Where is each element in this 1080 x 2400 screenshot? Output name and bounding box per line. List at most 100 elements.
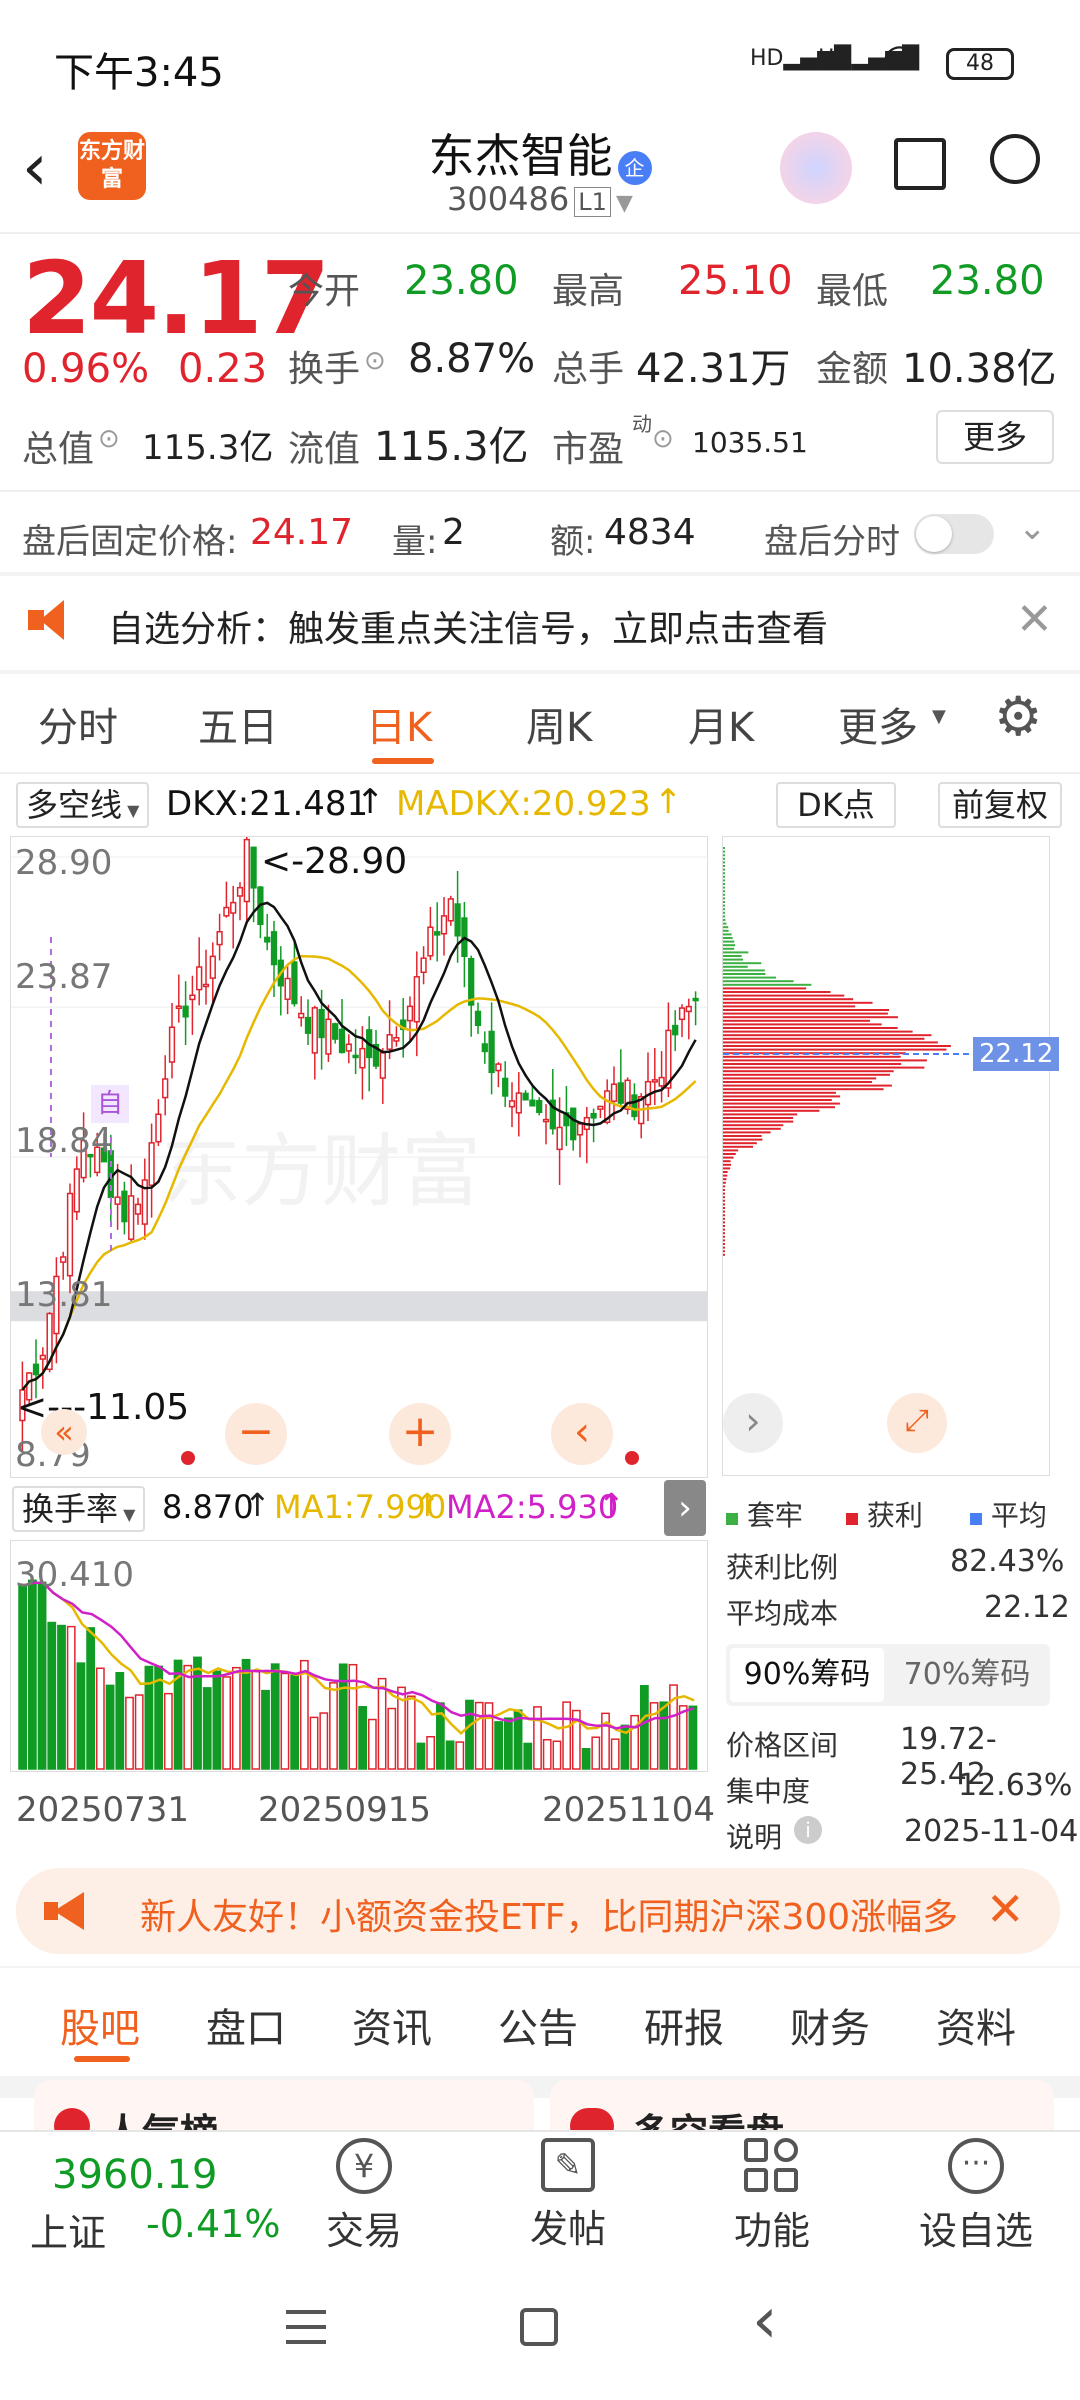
- tab-guba[interactable]: 股吧: [60, 1996, 140, 2054]
- chip-bar: [723, 1203, 725, 1206]
- info-icon[interactable]: ⊙: [652, 424, 674, 454]
- tab-week-k[interactable]: 周K: [526, 695, 592, 753]
- pe-sup: 动: [632, 412, 652, 436]
- expand-icon[interactable]: ⤢: [887, 1393, 947, 1453]
- tab-research[interactable]: 研报: [644, 1996, 724, 2054]
- chip-bar: [723, 973, 766, 975]
- nav-function[interactable]: 功能: [712, 2138, 832, 2255]
- after-hours-toggle[interactable]: [914, 514, 994, 554]
- kline-chart[interactable]: 东方财富 28.90 23.87 18.84 13.81 8.79 <-28.9…: [10, 836, 708, 1478]
- gear-icon[interactable]: ⚙: [994, 690, 1042, 744]
- sub-indicator-select[interactable]: 换手率 ▼: [12, 1486, 146, 1532]
- volume-value: 42.31万: [636, 346, 791, 392]
- open-label: 今开: [288, 271, 361, 312]
- info-icon[interactable]: i: [794, 1816, 822, 1844]
- chip-bar: [723, 1117, 794, 1119]
- chip-bar: [723, 1142, 757, 1145]
- next-button[interactable]: ›: [723, 1393, 783, 1453]
- candle: [32, 1363, 40, 1376]
- stock-code: 300486: [447, 180, 570, 218]
- index-name[interactable]: 上证: [30, 2202, 106, 2257]
- chip-bar: [723, 980, 794, 983]
- candle: [529, 1099, 536, 1107]
- rewind-icon[interactable]: «: [41, 1409, 87, 1455]
- tab-fenshi[interactable]: 分时: [38, 695, 118, 753]
- close-icon[interactable]: ✕: [986, 1882, 1025, 1936]
- tab-more[interactable]: 更多: [838, 695, 918, 753]
- nav-post[interactable]: ✎ 发帖: [508, 2138, 628, 2253]
- chip-chart[interactable]: 22.12 › ⤢: [722, 836, 1060, 1476]
- turnover-bar: [474, 1701, 484, 1770]
- long-short-card[interactable]: 多空看盘: [550, 2080, 1054, 2136]
- nav-add-watch[interactable]: ··· 设自选: [916, 2138, 1036, 2255]
- turnover-chart[interactable]: 30.410: [10, 1540, 708, 1772]
- more-button[interactable]: 更多: [936, 410, 1054, 464]
- chip-tab-70[interactable]: 70%筹码: [888, 1648, 1046, 1702]
- candle: [128, 1195, 135, 1240]
- dk-point-button[interactable]: DK点: [776, 782, 896, 828]
- chip-bar: [723, 1138, 763, 1141]
- y-label-1: 28.90: [15, 843, 113, 883]
- candle: [522, 1092, 529, 1101]
- search-icon[interactable]: [990, 134, 1040, 184]
- turnover-bar: [610, 1738, 620, 1770]
- tab-month-k[interactable]: 月K: [688, 695, 754, 753]
- candle: [508, 1100, 516, 1108]
- chip-tab-90[interactable]: 90%筹码: [730, 1648, 884, 1702]
- toggle-knob: [916, 516, 952, 552]
- chevron-down-icon[interactable]: ⌄: [1018, 508, 1047, 548]
- tab-five-day[interactable]: 五日: [198, 695, 278, 753]
- back-nav-icon[interactable]: ‹: [752, 2284, 778, 2358]
- tab-day-k[interactable]: 日K: [366, 695, 432, 753]
- candle: [502, 1077, 509, 1097]
- chip-bar: [723, 994, 845, 997]
- prev-button[interactable]: ‹: [551, 1403, 613, 1465]
- chevron-right-icon[interactable]: ›: [664, 1480, 706, 1536]
- nav-trade[interactable]: ¥ 交易: [304, 2138, 424, 2255]
- candle: [223, 906, 230, 917]
- madkx-value: MADKX:20.923: [396, 784, 651, 824]
- indicator-select[interactable]: 多空线 ▼: [16, 782, 150, 828]
- pe-value: 1035.51: [692, 426, 808, 459]
- assistant-avatar[interactable]: [780, 132, 852, 204]
- info-icon[interactable]: ⊙: [98, 424, 120, 454]
- chevron-down-icon: ▼: [122, 801, 140, 820]
- zoom-in-button[interactable]: +: [389, 1403, 451, 1465]
- turnover-bar: [367, 1718, 377, 1770]
- candle: [338, 1028, 346, 1054]
- turnover-bar: [212, 1670, 222, 1770]
- share-icon[interactable]: [894, 138, 946, 190]
- close-icon[interactable]: ✕: [1016, 594, 1053, 645]
- info-icon[interactable]: ⊙: [364, 346, 386, 376]
- notice-text[interactable]: 自选分析：触发重点关注信号，立即点击查看: [108, 600, 828, 652]
- candle: [685, 1005, 692, 1013]
- candle: [556, 1126, 563, 1151]
- adjust-button[interactable]: 前复权: [938, 782, 1062, 828]
- candle: [250, 846, 257, 889]
- zoom-out-button[interactable]: −: [225, 1403, 287, 1465]
- turnover-bar: [562, 1701, 572, 1770]
- tab-pankou[interactable]: 盘口: [206, 1996, 286, 2054]
- promo-banner[interactable]: 新人友好！小额资金投ETF，比同期沪深300涨幅多 ✕: [16, 1868, 1060, 1954]
- turnover-bar: [494, 1721, 504, 1770]
- tab-finance[interactable]: 财务: [790, 1996, 870, 2054]
- index-value[interactable]: 3960.19: [52, 2152, 217, 2198]
- menu-icon[interactable]: [286, 2310, 326, 2344]
- tab-news[interactable]: 资讯: [352, 1996, 432, 2054]
- price-band: [11, 1291, 707, 1322]
- tab-announcement[interactable]: 公告: [498, 1996, 578, 2054]
- after-vol-value: 2: [442, 512, 465, 553]
- high-label: 最高: [552, 271, 625, 312]
- chip-bar: [723, 1109, 820, 1112]
- turnover-bar: [426, 1736, 436, 1770]
- hot-list-card[interactable]: 人气榜: [34, 2080, 534, 2136]
- chip-bar: [723, 857, 725, 860]
- turnover-bar: [27, 1579, 37, 1770]
- candle: [617, 1082, 624, 1104]
- home-icon[interactable]: [520, 2308, 558, 2346]
- candle: [576, 1123, 584, 1136]
- chip-bar: [723, 1081, 873, 1083]
- chip-bar: [723, 1131, 771, 1134]
- kline-svg: [11, 837, 707, 1453]
- tab-profile[interactable]: 资料: [936, 1996, 1016, 2054]
